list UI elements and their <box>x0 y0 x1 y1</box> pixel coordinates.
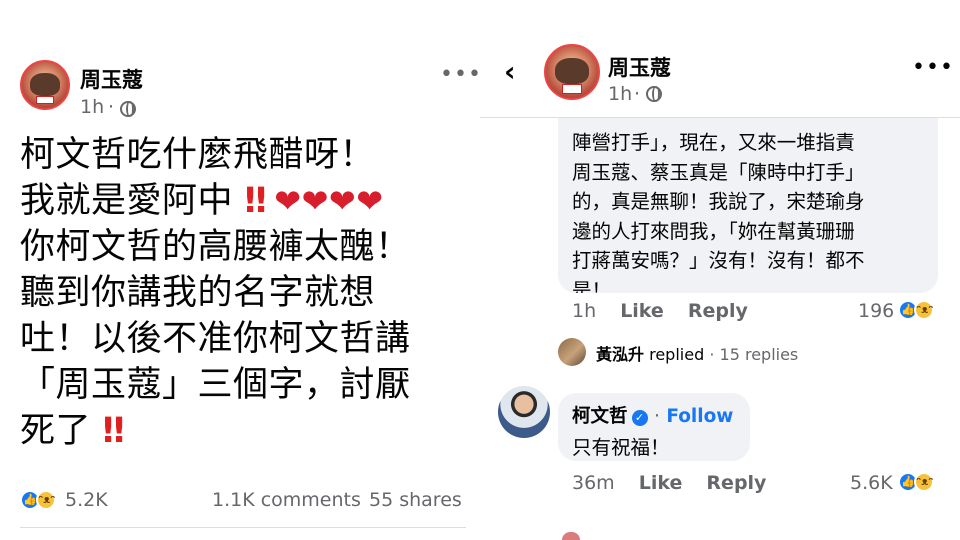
haha-icon: ᵔᴥᵔ <box>914 472 934 492</box>
comment-line: 打蔣萬安嗎？」沒有！沒有！都不 <box>572 249 865 272</box>
comment-line: 邊的人打來問我，「妳在幫黃珊珊 <box>572 219 855 243</box>
post-author-name[interactable]: 周玉蔻 <box>80 64 143 94</box>
replied-label: replied <box>649 345 705 364</box>
heart-icons: ❤❤❤❤ <box>274 182 384 220</box>
double-exclamation-icon: ‼ <box>244 181 267 221</box>
commenter-avatar[interactable] <box>498 386 550 438</box>
comment-time[interactable]: 1h <box>572 300 596 322</box>
double-exclamation-icon: ‼ <box>102 411 125 451</box>
commenter-name[interactable]: 柯文哲 <box>572 406 628 427</box>
reaction-icons[interactable]: 👍 ᵔᴥᵔ <box>898 300 940 322</box>
comment-text: 陣營打手」，現在，又來一堆指責 周玉蔻、蔡玉真是「陳時中打手」 的，真是無聊！我… <box>572 128 932 293</box>
post-line: 吐！以後不准你柯文哲講 <box>20 319 411 359</box>
post-timestamp[interactable]: 1h <box>80 96 104 118</box>
post-line: 死了 ‼ <box>20 408 470 454</box>
shares-count-link[interactable]: 55 shares <box>369 489 462 511</box>
post-line-text: 我就是愛阿中 <box>20 181 234 221</box>
comment-text: 只有祝福！ <box>572 436 670 459</box>
post-line: 聽到你講我的名字就想 <box>20 273 376 313</box>
follow-button[interactable]: Follow <box>666 406 733 427</box>
separator-dot: · <box>709 345 715 364</box>
reply-button[interactable]: Reply <box>706 472 766 494</box>
view-replies-link[interactable]: 黃泓升 replied · 15 replies <box>596 341 798 365</box>
divider <box>20 527 466 528</box>
comment-line: 的，真是無聊！我說了，宋楚瑜身 <box>572 190 865 213</box>
comment-bubble[interactable]: 陣營打手」，現在，又來一堆指責 周玉蔻、蔡玉真是「陳時中打手」 的，真是無聊！我… <box>558 118 938 293</box>
replies-count: 15 replies <box>719 345 799 364</box>
like-button[interactable]: Like <box>620 300 664 322</box>
separator-dot: · <box>108 96 115 118</box>
verified-badge-icon: ✓ <box>631 410 648 426</box>
post-line: 柯文哲吃什麼飛醋呀！ <box>20 135 376 175</box>
post-line-text: 死了 <box>20 411 92 451</box>
post-body: 柯文哲吃什麼飛醋呀！ 我就是愛阿中 ‼ ❤❤❤❤ 你柯文哲的高腰褲太醜！ 聽到你… <box>20 132 470 454</box>
more-options-icon[interactable]: ••• <box>440 62 482 87</box>
comment-line: 是！ <box>572 278 612 294</box>
comments-count-link[interactable]: 1.1K comments <box>212 489 361 511</box>
post-line: 我就是愛阿中 ‼ ❤❤❤❤ <box>20 178 470 224</box>
reply-button[interactable]: Reply <box>688 300 748 322</box>
post-line: 「周玉蔻」三個字，討厭 <box>20 365 411 405</box>
comment-time[interactable]: 36m <box>572 472 615 494</box>
like-button[interactable]: Like <box>639 472 683 494</box>
author-avatar[interactable] <box>20 60 70 110</box>
haha-icon: ᵔᴥᵔ <box>914 300 934 320</box>
right-comments-panel: ‹ 周玉蔻 1h · ••• 陣營打手」，現在，又來一堆指責 周玉蔻、蔡玉真是「… <box>480 0 960 540</box>
comment-bubble[interactable]: 柯文哲 ✓ · Follow 只有祝福！ <box>558 393 750 461</box>
reaction-icons[interactable]: 👍 ᵔᴥᵔ <box>898 472 940 494</box>
post-timestamp[interactable]: 1h <box>608 83 632 105</box>
comment-line: 周玉蔻、蔡玉真是「陳時中打手」 <box>572 160 865 184</box>
comment-actions: 1h Like Reply <box>572 300 766 322</box>
separator-dot: · <box>653 406 660 427</box>
globe-icon <box>646 86 662 102</box>
next-avatar-partial <box>562 532 580 540</box>
reaction-icons[interactable]: 👍 ᵔᴥᵔ <box>20 490 56 512</box>
post-author-name[interactable]: 周玉蔻 <box>608 52 671 82</box>
separator-dot: · <box>634 83 641 105</box>
comment-reaction-count[interactable]: 196 <box>858 300 894 322</box>
left-post-panel: 周玉蔻 1h · ••• 柯文哲吃什麼飛醋呀！ 我就是愛阿中 ‼ ❤❤❤❤ 你柯… <box>0 0 482 540</box>
comment-line: 陣營打手」，現在，又來一堆指責 <box>572 131 855 154</box>
haha-icon: ᵔᴥᵔ <box>36 490 56 510</box>
comment-header: 柯文哲 ✓ · Follow <box>572 402 733 428</box>
back-chevron-icon[interactable]: ‹ <box>504 55 516 88</box>
replier-avatar[interactable] <box>558 338 586 366</box>
comment-reaction-count[interactable]: 5.6K <box>850 472 893 494</box>
replier-name: 黃泓升 <box>596 345 645 364</box>
author-avatar[interactable] <box>544 44 600 100</box>
reaction-count[interactable]: 5.2K <box>65 489 108 511</box>
globe-icon <box>120 101 136 117</box>
post-line: 你柯文哲的高腰褲太醜！ <box>20 227 411 267</box>
more-options-icon[interactable]: ••• <box>912 55 954 80</box>
comment-actions: 36m Like Reply <box>572 472 784 494</box>
